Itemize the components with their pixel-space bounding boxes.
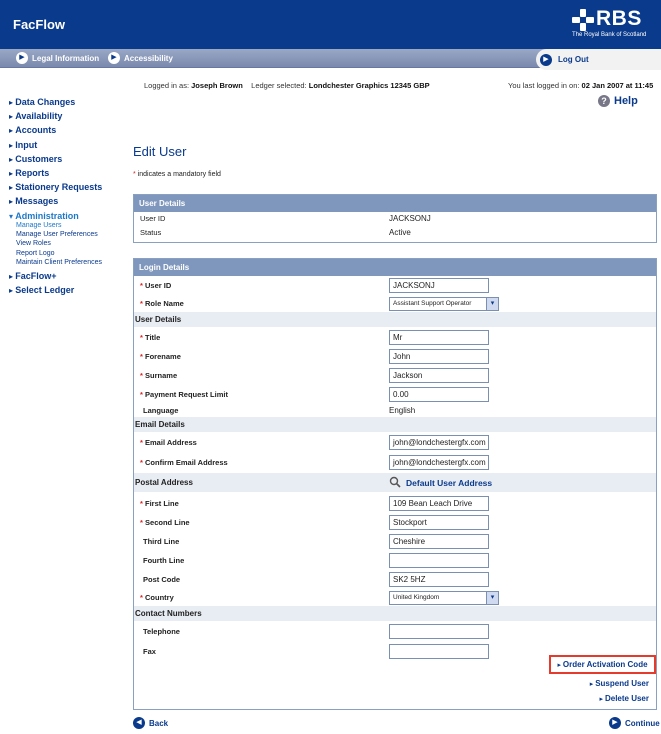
default-user-address-link[interactable]: Default User Address: [406, 478, 492, 488]
admin-submenu: Manage Users Manage User Preferences Vie…: [9, 221, 129, 267]
mandatory-note: * indicates a mandatory field: [133, 171, 221, 178]
sidebar-item-data-changes[interactable]: Data Changes: [9, 95, 129, 109]
arrow-right-icon: ▶: [108, 52, 120, 64]
arrow-right-icon: ▶: [16, 52, 28, 64]
payment-limit-label: * Payment Request Limit: [140, 390, 228, 399]
login-details-panel: Login Details * User ID JACKSONJ * Role N…: [133, 258, 657, 710]
chevron-down-icon: ▾: [486, 591, 498, 604]
role-select[interactable]: Assistant Support Operator ▾: [389, 296, 499, 311]
login-user-id-label: * User ID: [140, 281, 172, 290]
delete-user-button[interactable]: Delete User: [600, 694, 649, 703]
language-value: English: [389, 406, 416, 415]
logout-button[interactable]: ▶ Log Out: [536, 49, 661, 70]
section-postal-address: Postal Address Default User Address: [134, 473, 656, 492]
second-line-label: * Second Line: [140, 518, 190, 527]
role-name-label: * Role Name: [140, 299, 184, 308]
country-label: * Country: [140, 593, 174, 602]
section-contact-numbers: Contact Numbers: [134, 606, 656, 621]
confirm-email-input[interactable]: john@londchestergfx.com: [389, 455, 489, 470]
user-id-input[interactable]: JACKSONJ: [389, 278, 489, 293]
surname-input[interactable]: Jackson: [389, 368, 489, 383]
first-line-label: * First Line: [140, 499, 179, 508]
sidebar-item-stationery[interactable]: Stationery Requests: [9, 180, 129, 194]
first-line-input[interactable]: 109 Bean Leach Drive: [389, 496, 489, 511]
rbs-logo-icon: [572, 9, 594, 31]
second-line-input[interactable]: Stockport: [389, 515, 489, 530]
post-code-input[interactable]: SK2 5HZ: [389, 572, 489, 587]
user-id-label: User ID: [140, 213, 166, 223]
search-icon: [389, 476, 401, 488]
telephone-label: Telephone: [143, 627, 180, 636]
help-icon: ?: [598, 95, 610, 107]
page-title: Edit User: [133, 144, 187, 159]
panel-header: Login Details: [134, 259, 656, 276]
sidebar-item-customers[interactable]: Customers: [9, 152, 129, 166]
forename-label: * Forename: [140, 352, 181, 361]
sidebar-item-input[interactable]: Input: [9, 138, 129, 152]
submenu-view-roles[interactable]: View Roles: [16, 239, 129, 248]
section-user-details: User Details: [134, 312, 656, 327]
sidebar: Data Changes Availability Accounts Input…: [9, 95, 129, 298]
telephone-input[interactable]: [389, 624, 489, 639]
arrow-right-icon: ▶: [609, 717, 621, 729]
accessibility-link[interactable]: ▶ Accessibility: [108, 52, 173, 64]
third-line-input[interactable]: Cheshire: [389, 534, 489, 549]
confirm-email-label: * Confirm Email Address: [140, 458, 228, 467]
fax-label: Fax: [143, 647, 156, 656]
sidebar-item-messages[interactable]: Messages: [9, 194, 129, 208]
title-input[interactable]: Mr: [389, 330, 489, 345]
logo-subtitle: The Royal Bank of Scotland: [572, 32, 647, 38]
chevron-down-icon: ▾: [486, 297, 498, 310]
last-login-info: You last logged in on: 02 Jan 2007 at 11…: [508, 81, 654, 90]
sidebar-item-select-ledger[interactable]: Select Ledger: [9, 283, 129, 297]
submenu-report-logo[interactable]: Report Logo: [16, 249, 129, 258]
logged-in-info: Logged in as: Joseph Brown Ledger select…: [144, 81, 430, 90]
header-bar: FacFlow RBS The Royal Bank of Scotland: [0, 0, 661, 49]
status-value: Active: [389, 227, 411, 237]
logo-text: RBS: [596, 7, 642, 30]
user-id-value: JACKSONJ: [389, 213, 431, 223]
submenu-manage-user-preferences[interactable]: Manage User Preferences: [16, 230, 129, 239]
section-email-details: Email Details: [134, 417, 656, 432]
arrow-right-icon: ▶: [540, 53, 552, 66]
country-select[interactable]: United Kingdom ▾: [389, 590, 499, 605]
payment-limit-input[interactable]: 0.00: [389, 387, 489, 402]
suspend-user-button[interactable]: Suspend User: [590, 679, 649, 688]
forename-input[interactable]: John: [389, 349, 489, 364]
order-activation-code-button[interactable]: Order Activation Code: [549, 655, 656, 674]
help-link[interactable]: ? Help: [598, 95, 638, 107]
sidebar-item-availability[interactable]: Availability: [9, 109, 129, 123]
email-label: * Email Address: [140, 438, 197, 447]
email-input[interactable]: john@londchestergfx.com: [389, 435, 489, 450]
app-title: FacFlow: [13, 17, 66, 32]
language-label: Language: [143, 406, 179, 415]
sidebar-item-reports[interactable]: Reports: [9, 166, 129, 180]
status-label: Status: [140, 227, 162, 237]
sidebar-item-facflow-plus[interactable]: FacFlow+: [9, 269, 129, 283]
rbs-logo: RBS The Royal Bank of Scotland: [572, 7, 654, 43]
fax-input[interactable]: [389, 644, 489, 659]
back-button[interactable]: ◀ Back: [133, 717, 168, 729]
legal-information-link[interactable]: ▶ Legal Information: [16, 52, 99, 64]
third-line-label: Third Line: [143, 537, 180, 546]
continue-button[interactable]: ▶ Continue: [609, 717, 660, 729]
fourth-line-input[interactable]: [389, 553, 489, 568]
arrow-left-icon: ◀: [133, 717, 145, 729]
post-code-label: Post Code: [143, 575, 181, 584]
title-label: * Title: [140, 333, 161, 342]
user-details-panel: User Details User ID JACKSONJ Status Activ…: [133, 194, 657, 243]
fourth-line-label: Fourth Line: [143, 556, 185, 565]
surname-label: * Surname: [140, 371, 178, 380]
submenu-client-preferences[interactable]: Maintain Client Preferences: [16, 258, 129, 267]
sidebar-item-accounts[interactable]: Accounts: [9, 123, 129, 137]
panel-header: User Details: [134, 195, 656, 212]
